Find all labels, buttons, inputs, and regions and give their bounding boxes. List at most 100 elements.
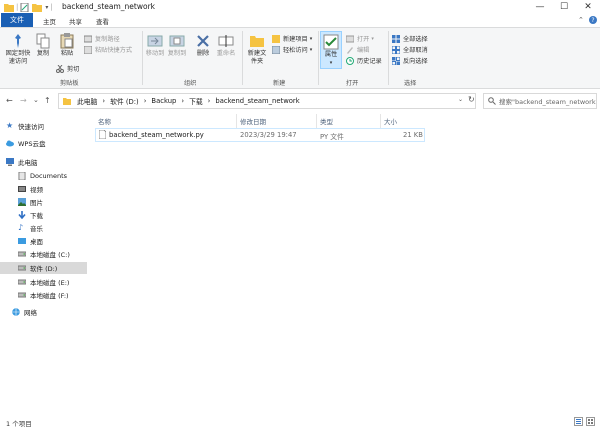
easy-access-button[interactable]: 轻松访问 ▾	[272, 45, 312, 54]
new-folder-icon	[250, 36, 264, 47]
history-icon	[346, 56, 354, 65]
history-button[interactable]: 历史记录	[346, 56, 382, 65]
address-bar[interactable]: 此电脑 › 软件 (D:) › Backup › 下载 › backend_st…	[58, 93, 476, 109]
breadcrumb-separator[interactable]: ›	[102, 97, 105, 105]
forward-button[interactable]: →	[20, 96, 27, 105]
paste-button[interactable]: 粘贴	[56, 33, 78, 58]
customize-dropdown-icon[interactable]: ▾	[45, 4, 48, 11]
delete-button[interactable]: 删除	[194, 33, 212, 58]
tab-home[interactable]: 主页	[43, 16, 56, 26]
move-to-icon	[147, 35, 163, 47]
copy-path-label: 复制路径	[95, 36, 120, 43]
sidebar-item-network[interactable]: 网络	[12, 306, 99, 318]
refresh-icon[interactable]: ↻	[468, 95, 475, 104]
details-view-icon[interactable]	[574, 417, 583, 426]
column-header-size[interactable]: 大小	[384, 116, 397, 126]
copy-to-icon	[169, 35, 185, 47]
rename-button[interactable]: 重命名	[214, 33, 238, 58]
properties-icon[interactable]	[20, 2, 29, 12]
drive-icon	[18, 251, 26, 257]
invert-selection-button[interactable]: 反向选择	[392, 56, 428, 65]
sidebar-item-quick-access[interactable]: ★ 快速访问	[6, 120, 93, 132]
open-button[interactable]: 打开 ▾	[346, 34, 374, 43]
sidebar-item-label: 此电脑	[18, 159, 38, 167]
search-box[interactable]: 搜索"backend_steam_network"	[483, 93, 597, 109]
sidebar-item-music[interactable]: ♪ 音乐	[18, 222, 105, 234]
properties-label: 属性	[324, 51, 338, 58]
new-folder-icon[interactable]	[32, 3, 43, 12]
breadcrumb-drive-d[interactable]: 软件 (D:)	[110, 96, 139, 106]
sidebar-item-documents[interactable]: Documents	[18, 170, 105, 182]
edit-button[interactable]: 编辑	[346, 45, 369, 54]
breadcrumb-this-pc[interactable]: 此电脑	[77, 96, 97, 106]
document-icon	[18, 172, 26, 180]
tab-file[interactable]: 文件	[1, 13, 33, 27]
column-divider	[236, 114, 237, 128]
maximize-button[interactable]: ☐	[552, 0, 576, 14]
new-item-button[interactable]: 新建项目 ▾	[272, 34, 312, 43]
recent-locations-button[interactable]: ⌄	[33, 96, 39, 104]
sidebar-item-this-pc[interactable]: 此电脑	[6, 156, 93, 168]
video-icon	[18, 186, 26, 192]
properties-button[interactable]: 属性 ▾	[320, 31, 342, 69]
select-all-label: 全部选择	[403, 36, 428, 43]
group-divider	[388, 31, 389, 85]
group-divider	[318, 31, 319, 85]
pin-to-quick-access-button[interactable]: 固定到快速访问	[4, 33, 32, 66]
sidebar-item-drive-c[interactable]: 本地磁盘 (C:)	[18, 248, 87, 260]
paste-icon	[60, 33, 74, 49]
drive-icon	[18, 292, 26, 298]
sidebar-item-drive-f[interactable]: 本地磁盘 (F:)	[18, 289, 87, 301]
sidebar-item-label: 音乐	[30, 225, 43, 233]
minimize-button[interactable]: —	[528, 0, 552, 14]
back-button[interactable]: ←	[6, 96, 13, 105]
scissors-icon	[56, 64, 64, 73]
sidebar-item-downloads[interactable]: 下载	[18, 209, 105, 221]
quick-access-toolbar: | ▾ |	[4, 2, 53, 12]
paste-shortcut-button[interactable]: 粘贴快捷方式	[84, 45, 132, 54]
large-icons-view-icon[interactable]	[586, 417, 595, 426]
help-icon[interactable]: ?	[589, 16, 597, 24]
select-all-icon	[392, 34, 400, 43]
tab-share[interactable]: 共享	[69, 16, 82, 26]
network-icon	[12, 308, 20, 316]
column-header-date[interactable]: 修改日期	[240, 116, 266, 126]
tab-view[interactable]: 查看	[96, 16, 109, 26]
history-label: 历史记录	[357, 58, 382, 65]
copy-button[interactable]: 复制	[34, 33, 52, 58]
sidebar-item-pictures[interactable]: 图片	[18, 196, 105, 208]
select-all-button[interactable]: 全部选择	[392, 34, 428, 43]
status-item-count: 1 个项目	[6, 420, 32, 428]
breadcrumb-downloads[interactable]: 下载	[189, 96, 203, 106]
sidebar-item-label: 快速访问	[18, 123, 44, 131]
sidebar-item-drive-d[interactable]: 软件 (D:)	[0, 262, 87, 274]
column-header-type[interactable]: 类型	[320, 116, 333, 126]
title-bar: | ▾ | backend_steam_network — ☐ ✕	[0, 0, 600, 14]
breadcrumb-current-folder[interactable]: backend_steam_network	[215, 97, 299, 105]
sidebar-item-videos[interactable]: 视频	[18, 183, 105, 195]
file-name: backend_steam_network.py	[109, 131, 204, 139]
breadcrumb-separator[interactable]: ›	[208, 97, 211, 105]
breadcrumb-separator[interactable]: ›	[181, 97, 184, 105]
sidebar-item-label: 图片	[30, 199, 43, 207]
move-to-button[interactable]: 移动到	[144, 33, 166, 58]
new-folder-button[interactable]: 新建文件夹	[244, 33, 270, 66]
sidebar-item-wps-cloud[interactable]: WPS云盘	[6, 137, 93, 149]
up-button[interactable]: ↑	[44, 96, 51, 105]
delete-x-icon	[197, 35, 209, 47]
sidebar-item-desktop[interactable]: 桌面	[18, 235, 105, 247]
breadcrumb-backup[interactable]: Backup	[151, 97, 176, 105]
select-none-button[interactable]: 全部取消	[392, 45, 428, 54]
cut-button[interactable]: 剪切	[56, 64, 79, 73]
column-header-name[interactable]: 名称	[98, 116, 111, 126]
collapse-ribbon-icon[interactable]: ⌃	[578, 16, 584, 24]
copy-path-button[interactable]: 复制路径	[84, 34, 120, 43]
sidebar-item-drive-e[interactable]: 本地磁盘 (E:)	[18, 276, 87, 288]
address-dropdown-icon[interactable]: ⌄	[458, 96, 463, 103]
sidebar-item-label: 本地磁盘 (F:)	[30, 292, 69, 300]
copy-to-button[interactable]: 复制到	[166, 33, 188, 58]
invert-selection-icon	[392, 56, 400, 65]
dropdown-arrow-icon: ▾	[371, 35, 374, 42]
breadcrumb-separator[interactable]: ›	[144, 97, 147, 105]
close-button[interactable]: ✕	[576, 0, 600, 14]
